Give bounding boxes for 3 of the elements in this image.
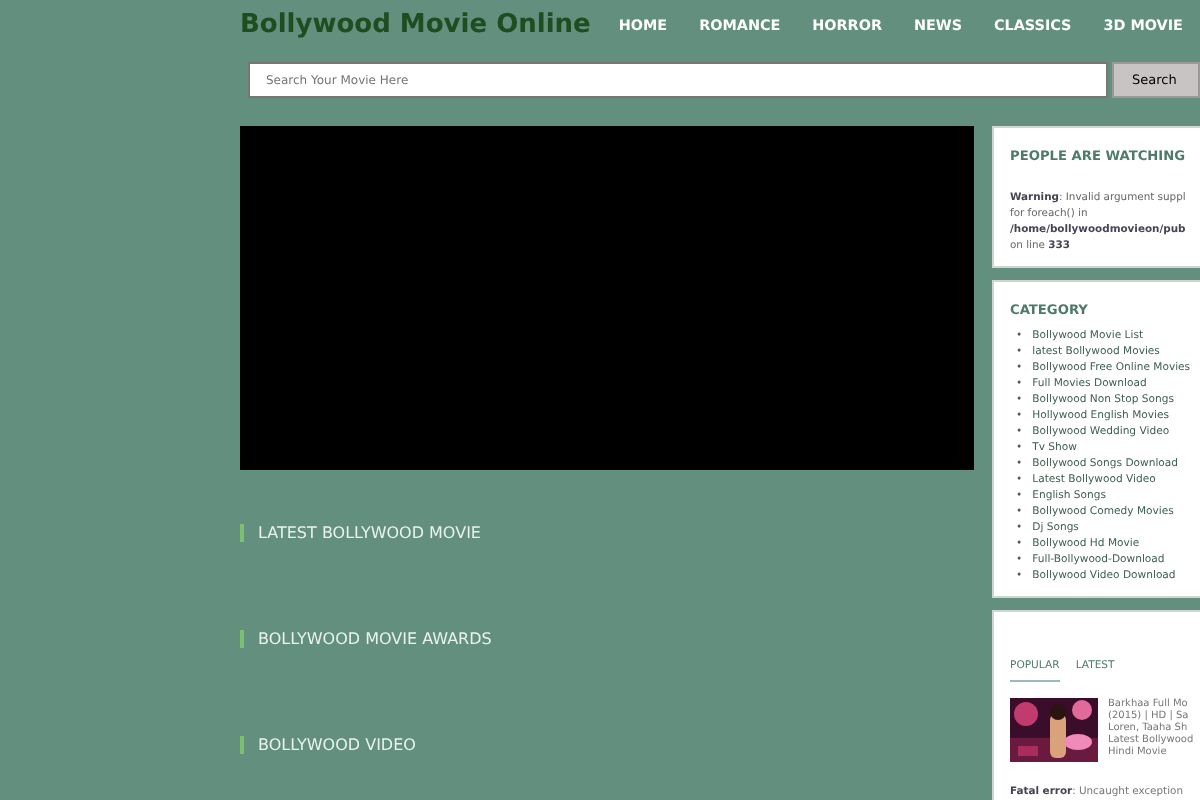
section-heading: BOLLYWOOD VIDEO bbox=[258, 735, 416, 753]
section-heading: LATEST BOLLYWOOD MOVIE bbox=[258, 523, 481, 541]
section-heading: BOLLYWOOD MOVIE AWARDS bbox=[258, 629, 492, 647]
